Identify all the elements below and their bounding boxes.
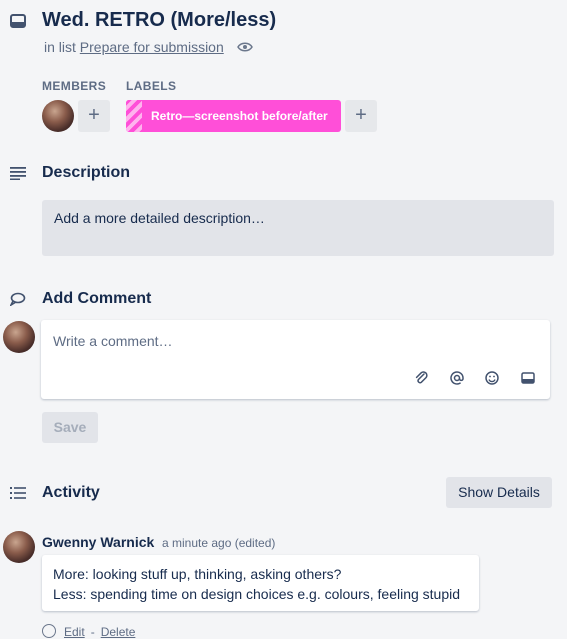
card-attach-icon[interactable] bbox=[520, 370, 536, 386]
add-comment-title: Add Comment bbox=[42, 290, 152, 307]
activity-timestamp[interactable]: a minute ago (edited) bbox=[162, 536, 275, 550]
activity-comment-line: More: looking stuff up, thinking, asking… bbox=[53, 566, 342, 582]
card-title[interactable]: Wed. RETRO (More/less) bbox=[42, 9, 276, 32]
add-label-button[interactable]: + bbox=[345, 100, 377, 132]
in-list-prefix: in list bbox=[44, 39, 76, 55]
description-placeholder: Add a more detailed description… bbox=[54, 210, 265, 226]
eye-icon[interactable] bbox=[237, 40, 253, 52]
description-input[interactable]: Add a more detailed description… bbox=[42, 200, 554, 256]
delete-link[interactable]: Delete bbox=[101, 625, 136, 639]
labels-label: LABELS bbox=[126, 79, 177, 93]
activity-author-avatar[interactable] bbox=[3, 531, 35, 563]
mention-icon[interactable] bbox=[449, 370, 465, 386]
comment-input[interactable]: Write a comment… bbox=[41, 320, 550, 399]
label-stripes bbox=[126, 100, 142, 132]
current-user-avatar bbox=[3, 321, 35, 353]
activity-comment: More: looking stuff up, thinking, asking… bbox=[42, 555, 479, 611]
member-avatar[interactable] bbox=[42, 100, 74, 132]
save-comment-button[interactable]: Save bbox=[42, 412, 98, 443]
list-breadcrumb: in list Prepare for submission bbox=[44, 39, 224, 55]
show-details-button[interactable]: Show Details bbox=[446, 477, 552, 508]
members-label: MEMBERS bbox=[42, 79, 107, 93]
description-icon bbox=[10, 166, 26, 180]
label-text: Retro—screenshot before/after bbox=[151, 109, 328, 123]
comment-placeholder: Write a comment… bbox=[53, 333, 173, 349]
activity-author-name[interactable]: Gwenny Warnick bbox=[42, 534, 154, 550]
activity-title: Activity bbox=[42, 484, 100, 501]
label-chip[interactable]: Retro—screenshot before/after bbox=[126, 100, 341, 132]
emoji-icon[interactable] bbox=[484, 370, 500, 386]
card-icon bbox=[9, 12, 27, 30]
activity-comment-line: Less: spending time on design choices e.… bbox=[53, 586, 461, 602]
comment-icon bbox=[9, 292, 26, 308]
action-separator: - bbox=[90, 625, 95, 639]
edit-link[interactable]: Edit bbox=[64, 625, 85, 639]
description-title: Description bbox=[42, 164, 131, 181]
list-name-link[interactable]: Prepare for submission bbox=[80, 39, 224, 55]
add-member-button[interactable]: + bbox=[78, 100, 110, 132]
reaction-icon[interactable] bbox=[42, 624, 56, 638]
attachment-icon[interactable] bbox=[413, 370, 429, 386]
activity-icon bbox=[10, 486, 26, 499]
